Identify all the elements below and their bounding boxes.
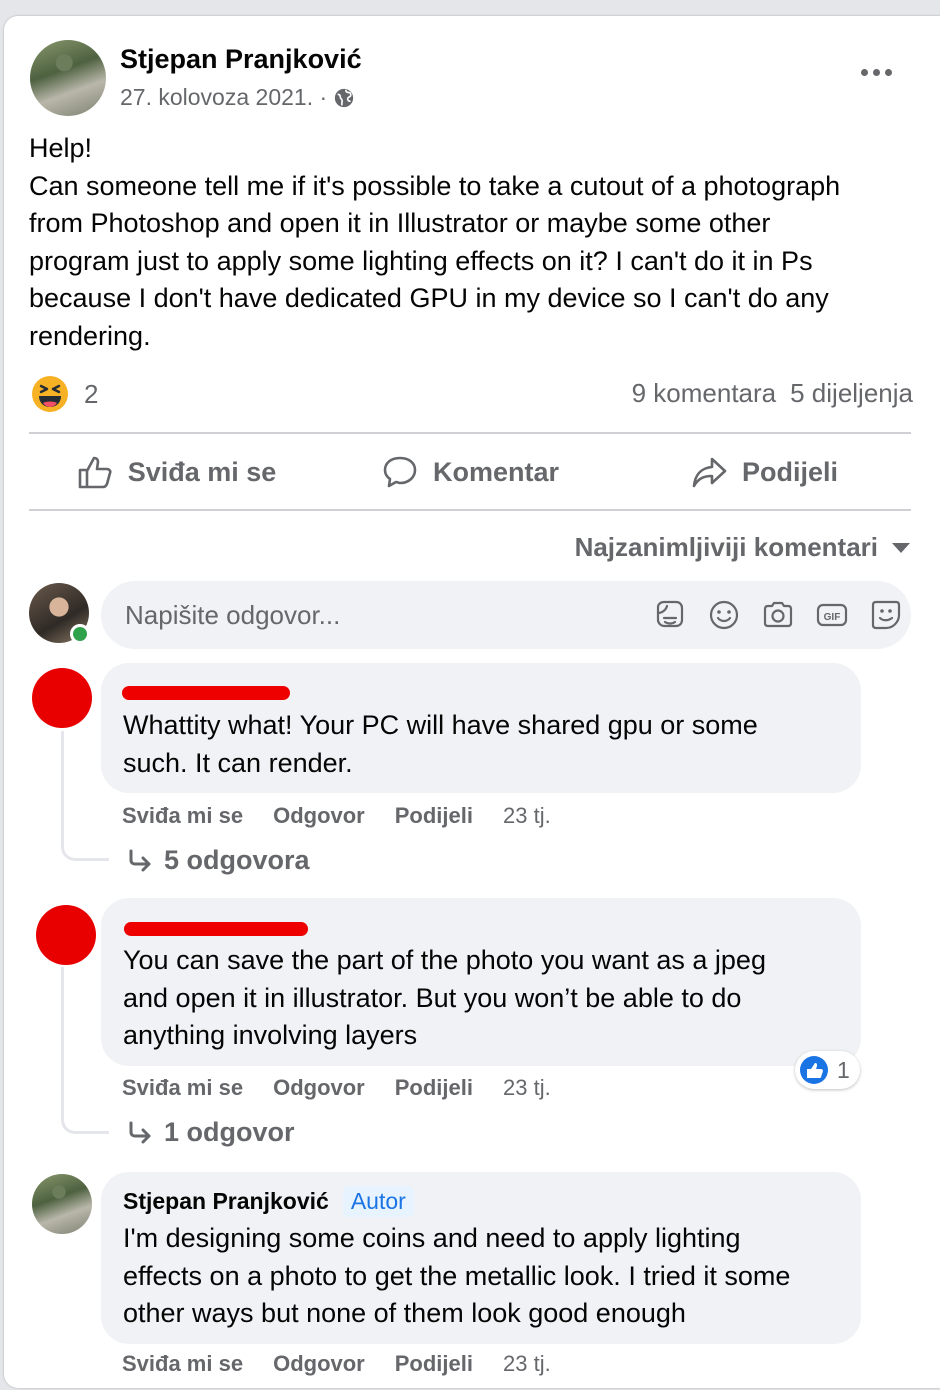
comment-text-line: You can save the part of the photo you w… (123, 945, 766, 975)
reaction-count: 2 (84, 378, 99, 409)
comment-share-button[interactable]: Podijeli (395, 803, 473, 829)
shares-count[interactable]: 5 dijeljenja (790, 378, 913, 409)
comment-actions: Sviđa mi se Odgovor Podijeli 23 tj. (122, 803, 551, 829)
reply-tools: GIF (652, 597, 904, 633)
emoji-icon[interactable] (706, 597, 742, 633)
share-icon (692, 457, 727, 488)
view-replies-link[interactable]: 5 odgovora (126, 845, 310, 876)
comment-time[interactable]: 23 tj. (503, 1075, 551, 1101)
comment-share-button[interactable]: Podijeli (395, 1351, 473, 1377)
comment-bubble: Stjepan Pranjković Autor I'm designing s… (101, 1172, 861, 1344)
comment-actions: Sviđa mi se Odgovor Podijeli 23 tj. (122, 1351, 551, 1377)
like-reaction-icon (800, 1056, 828, 1084)
sort-label: Najzanimljiviji komentari (574, 532, 878, 562)
post-text: Help! Can someone tell me if it's possib… (29, 130, 909, 356)
post-date: 27. kolovoza 2021. · (120, 84, 355, 111)
comment-text-line: such. It can render. (123, 747, 353, 778)
post-text-line: Help! (29, 133, 93, 163)
caret-down-icon (892, 542, 910, 553)
online-status-dot (70, 624, 90, 644)
comment-text-line: Whattity what! Your PC will have shared … (123, 710, 758, 740)
comment-time[interactable]: 23 tj. (503, 1351, 551, 1377)
action-bar: Sviđa mi se Komentar Podijeli (29, 434, 911, 510)
reply-arrow-icon (129, 1121, 151, 1143)
comment-bubble: Whattity what! Your PC will have shared … (101, 663, 861, 793)
comment-like-button[interactable]: Sviđa mi se (122, 803, 243, 829)
comment-text-line: I'm designing some coins and need to app… (123, 1223, 741, 1253)
author-badge: Autor (342, 1185, 414, 1217)
comment-reply-button[interactable]: Odgovor (273, 803, 365, 829)
redaction-mark (124, 922, 308, 936)
comment-like-button[interactable]: Sviđa mi se (122, 1075, 243, 1101)
dot-icon (884, 68, 892, 76)
svg-text:GIF: GIF (824, 612, 841, 623)
redaction-mark (122, 686, 290, 700)
comment-text-line: and open it in illustrator. But you won’… (123, 982, 742, 1013)
comment-text: Whattity what! Your PC will have shared … (123, 707, 839, 782)
sticker-icon[interactable] (868, 597, 904, 633)
comment-author-row: Stjepan Pranjković Autor (123, 1185, 839, 1217)
gif-icon[interactable]: GIF (814, 597, 850, 633)
globe-icon (334, 88, 354, 107)
replies-count: 5 odgovora (164, 845, 310, 875)
comment-like-button[interactable]: Sviđa mi se (122, 1351, 243, 1377)
post-date-text[interactable]: 27. kolovoza 2021. · (120, 84, 327, 111)
comment-actions: Sviđa mi se Odgovor Podijeli 23 tj. (122, 1075, 551, 1101)
view-replies-link[interactable]: 1 odgovor (126, 1117, 295, 1148)
share-button[interactable]: Podijeli (617, 434, 911, 510)
comment-reply-button[interactable]: Odgovor (273, 1351, 365, 1377)
reply-arrow-icon (129, 849, 151, 871)
haha-reaction-icon (32, 376, 68, 412)
comments-count[interactable]: 9 komentara (632, 378, 777, 409)
comment-label: Komentar (432, 456, 560, 487)
post-stats: 9 komentara 5 dijeljenja (632, 378, 913, 409)
avatar-sticker-icon[interactable] (652, 597, 688, 633)
author-avatar[interactable] (30, 40, 106, 116)
comment-text-line: anything involving layers (123, 1020, 418, 1051)
camera-icon[interactable] (760, 597, 796, 633)
comment-text: I'm designing some coins and need to app… (123, 1220, 839, 1333)
like-button[interactable]: Sviđa mi se (29, 434, 323, 510)
reaction-summary[interactable]: 2 (30, 374, 98, 414)
more-options-button[interactable] (856, 62, 896, 82)
thumbs-up-icon (78, 456, 112, 489)
post-text-line: from Photoshop and open it in Illustrato… (29, 208, 771, 239)
commenter-avatar[interactable] (32, 668, 92, 728)
commenter-avatar[interactable] (32, 1174, 92, 1234)
post-text-line: program just to apply some lighting effe… (29, 245, 813, 276)
replies-count: 1 odgovor (164, 1117, 295, 1147)
dot-icon (872, 68, 880, 76)
comment-reply-button[interactable]: Odgovor (273, 1075, 365, 1101)
comment-text-line: other ways but none of them look good en… (123, 1298, 686, 1329)
comment-text: You can save the part of the photo you w… (123, 942, 839, 1055)
comment-share-button[interactable]: Podijeli (395, 1075, 473, 1101)
comment-like-count[interactable]: 1 (795, 1051, 860, 1089)
comment-button[interactable]: Komentar (323, 434, 617, 510)
post-text-line: Can someone tell me if it's possible to … (29, 170, 841, 201)
dot-icon (860, 68, 868, 76)
post-text-line: because I don't have dedicated GPU in my… (29, 283, 829, 314)
divider (29, 509, 911, 511)
like-label: Sviđa mi se (127, 456, 277, 487)
like-count: 1 (837, 1056, 850, 1083)
comment-sort-dropdown[interactable]: Najzanimljiviji komentari (575, 532, 910, 563)
share-label: Podijeli (741, 456, 839, 487)
author-name[interactable]: Stjepan Pranjković (120, 44, 362, 75)
post-text-line: rendering. (29, 320, 151, 351)
commenter-avatar[interactable] (36, 905, 96, 965)
comment-icon (383, 456, 417, 488)
comment-time[interactable]: 23 tj. (503, 803, 551, 829)
comment-text-line: effects on a photo to get the metallic l… (123, 1260, 791, 1291)
comment-author[interactable]: Stjepan Pranjković (123, 1188, 329, 1215)
